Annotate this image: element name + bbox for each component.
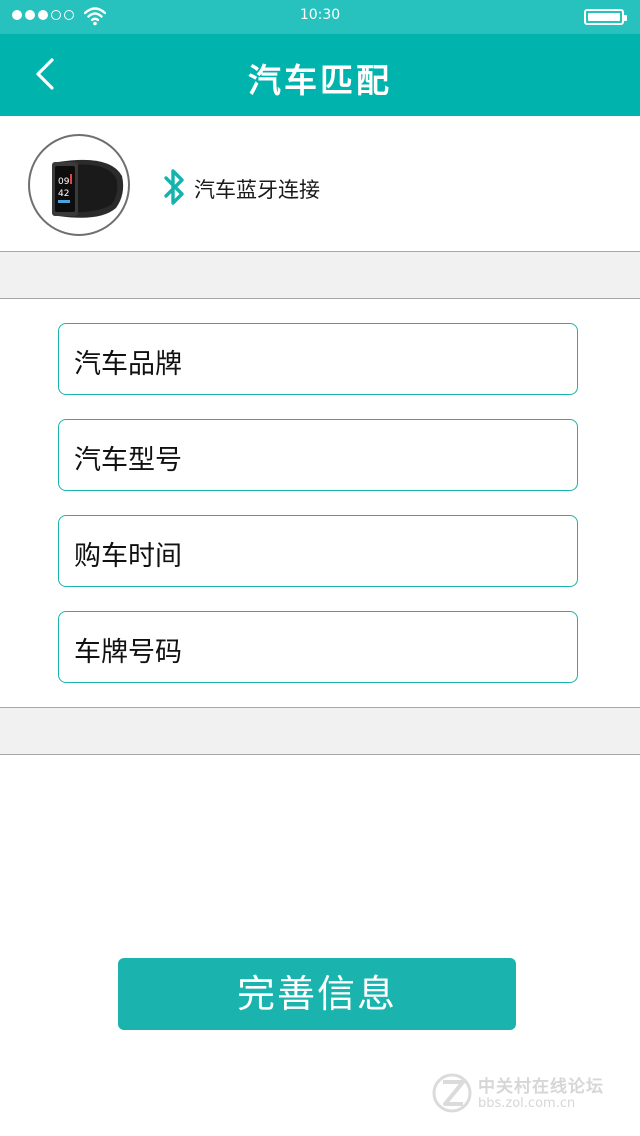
bluetooth-icon	[164, 169, 184, 205]
battery-icon	[584, 9, 627, 25]
page-title: 汽车匹配	[248, 61, 392, 100]
car-brand-field[interactable]: 汽车品牌	[58, 323, 578, 395]
purchase-date-label: 购车时间	[74, 541, 182, 572]
license-plate-field[interactable]: 车牌号码	[58, 611, 578, 683]
status-time: 10:30	[299, 7, 341, 23]
section-divider	[0, 707, 640, 755]
watermark-url: bbs.zol.com.cn	[478, 1096, 576, 1111]
license-plate-label: 车牌号码	[74, 637, 182, 668]
device-row: 09 42 汽车蓝牙连接	[0, 116, 640, 252]
car-model-field[interactable]: 汽车型号	[58, 419, 578, 491]
watermark-name: 中关村在线论坛	[478, 1077, 604, 1097]
bluetooth-connect-label[interactable]: 汽车蓝牙连接	[194, 174, 320, 204]
zol-logo-icon	[432, 1073, 472, 1113]
smart-band-icon: 09 42	[52, 159, 124, 218]
device-avatar[interactable]: 09 42	[28, 134, 130, 236]
purchase-date-field[interactable]: 购车时间	[58, 515, 578, 587]
car-brand-label: 汽车品牌	[74, 349, 182, 380]
svg-text:42: 42	[58, 189, 69, 199]
svg-text:09: 09	[58, 177, 70, 187]
car-model-label: 汽车型号	[74, 445, 182, 476]
section-divider	[0, 251, 640, 299]
watermark: 中关村在线论坛 bbs.zol.com.cn	[432, 1068, 628, 1118]
nav-bar: 汽车匹配	[0, 34, 640, 116]
status-bar: 10:30	[0, 0, 640, 34]
complete-info-button[interactable]: 完善信息	[118, 958, 516, 1030]
